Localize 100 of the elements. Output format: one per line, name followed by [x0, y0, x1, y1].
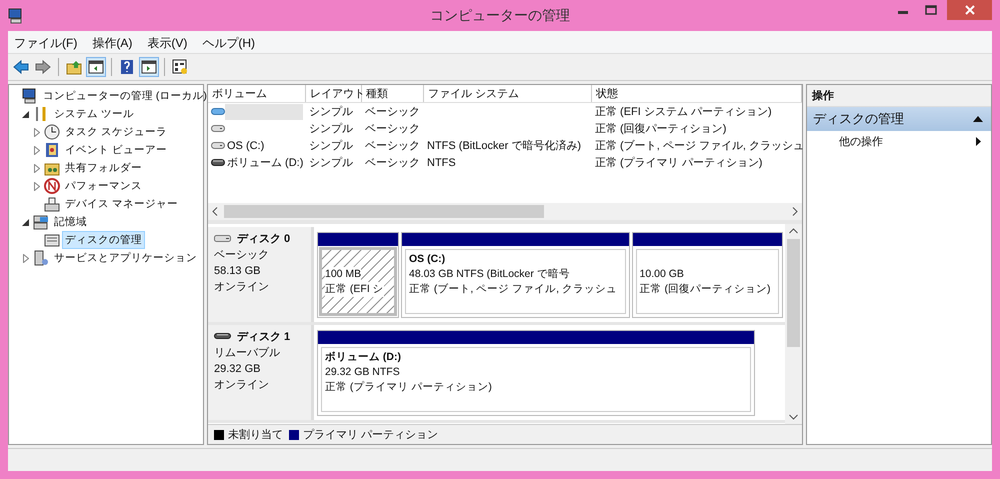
- partition-block[interactable]: OS (C:) 48.03 GB NTFS (BitLocker で暗号 正常 (ブート, ページ ファイル, クラッシュ: [401, 232, 630, 318]
- disk-size: 58.13 GB: [214, 264, 262, 279]
- expand-arrow-icon[interactable]: [34, 128, 40, 136]
- scroll-right-icon: [792, 207, 798, 216]
- partition-block[interactable]: ボリューム (D:) 29.32 GB NTFS 正常 (プライマリ パーティション): [317, 330, 755, 416]
- expand-arrow-icon[interactable]: [34, 182, 40, 190]
- disk-status: オンライン: [214, 378, 270, 393]
- table-cell-text: 正常 (EFI システム パーティション): [595, 105, 772, 119]
- table-cell-text: シンプル: [309, 138, 353, 153]
- table-cell-text: シンプル: [309, 122, 353, 136]
- table-cell: NTFS: [427, 156, 456, 168]
- column-header[interactable]: レイアウト: [306, 85, 362, 102]
- table-cell[interactable]: ボリューム (D:): [225, 154, 304, 170]
- pane-button[interactable]: [139, 57, 159, 77]
- actions-header: 操作: [807, 85, 991, 107]
- maximize-icon: [925, 5, 937, 15]
- actions-section-header[interactable]: ディスクの管理: [807, 107, 991, 131]
- table-cell-text: 正常 (ブート, ページ ファイル, クラッシュ: [595, 138, 804, 153]
- table-cell-text: ベーシック: [365, 105, 420, 119]
- drive-icon: [211, 157, 225, 168]
- disk-size: 29.32 GB: [214, 362, 262, 377]
- properties-icon: [172, 59, 188, 75]
- submenu-arrow-icon: [976, 137, 981, 146]
- storage-icon: [33, 214, 49, 230]
- partition-info: 100 MB: [325, 267, 362, 282]
- device-manager-icon: [44, 196, 60, 212]
- pane-button[interactable]: [86, 57, 106, 77]
- clock-icon: [44, 124, 60, 140]
- scroll-down-icon: [789, 414, 798, 420]
- menu-item[interactable]: 操作(A): [86, 32, 138, 52]
- column-header[interactable]: ファイル システム: [424, 85, 592, 102]
- menu-item[interactable]: ヘルプ(H): [196, 32, 261, 52]
- collapse-arrow-icon: [973, 116, 983, 122]
- table-cell-text: 正常 (プライマリ パーティション): [595, 156, 762, 170]
- action-item[interactable]: 他の操作: [807, 131, 991, 152]
- table-cell-text: ベーシック: [365, 156, 420, 170]
- pane-icon: [88, 59, 104, 75]
- partition-block[interactable]: 100 MB 正常 (EFI シ: [317, 232, 399, 318]
- disk-management-icon: [44, 232, 60, 248]
- drive-icon: [211, 106, 225, 117]
- performance-icon: [44, 178, 60, 194]
- log-icon: [44, 142, 60, 158]
- table-cell-text: 正常 (回復パーティション): [595, 122, 726, 136]
- table-cell-text: シンプル: [309, 156, 353, 170]
- menu-item[interactable]: ファイル(F): [8, 32, 84, 52]
- scroll-left-icon: [212, 207, 218, 216]
- menu-item[interactable]: 表示(V): [141, 32, 194, 52]
- column-header[interactable]: 状態: [592, 85, 802, 102]
- forward-arrow-icon: [35, 59, 51, 75]
- disk-status: オンライン: [214, 280, 270, 295]
- tree-item[interactable]: 共有フォルダー: [62, 159, 145, 177]
- disk-type: ベーシック: [214, 248, 270, 263]
- legend-label: プライマリ パーティション: [303, 428, 438, 442]
- table-cell-text: NTFS (BitLocker で暗号化済み): [427, 138, 582, 153]
- disk-name: ディスク 1: [237, 330, 290, 344]
- disk-type: リムーバブル: [214, 346, 281, 361]
- collapse-arrow-icon[interactable]: [22, 110, 29, 118]
- drive-icon: [211, 140, 225, 151]
- tree-item[interactable]: 記憶域: [51, 213, 90, 231]
- table-cell-text: シンプル: [309, 104, 353, 119]
- tree-item[interactable]: イベント ビューアー: [62, 141, 170, 159]
- folder-up-icon: [66, 59, 82, 75]
- table-cell-text: ベーシック: [365, 122, 420, 136]
- drive-icon: [211, 123, 225, 134]
- partition-block[interactable]: 10.00 GB 正常 (回復パーティション): [632, 232, 784, 318]
- partition-title: OS (C:): [409, 252, 446, 267]
- vertical-scrollbar[interactable]: [785, 224, 802, 424]
- expand-arrow-icon[interactable]: [22, 254, 28, 262]
- help-icon: [119, 59, 135, 75]
- column-header[interactable]: ボリューム: [208, 85, 306, 102]
- partition-info: 正常 (EFI シ: [325, 282, 384, 297]
- partition-title: ボリューム (D:): [325, 350, 402, 365]
- tree-item[interactable]: タスク スケジューラ: [62, 123, 170, 141]
- tree-item[interactable]: コンピューターの管理 (ローカル): [40, 87, 210, 105]
- legend-label: 未割り当て: [228, 428, 283, 442]
- pane-icon: [141, 59, 157, 75]
- column-header[interactable]: 種類: [362, 85, 424, 102]
- forward-arrow-button[interactable]: [33, 57, 53, 77]
- computer-icon: [22, 88, 38, 104]
- window-title: コンピューターの管理: [430, 6, 570, 24]
- tree-item[interactable]: パフォーマンス: [62, 177, 145, 195]
- tree-item[interactable]: サービスとアプリケーション: [51, 249, 200, 267]
- table-cell-text: ベーシック: [365, 139, 420, 153]
- services-icon: [33, 250, 49, 266]
- horizontal-scrollbar[interactable]: [208, 203, 802, 220]
- expand-arrow-icon[interactable]: [34, 164, 40, 172]
- table-cell[interactable]: OS (C:): [225, 138, 303, 154]
- tree-item[interactable]: ディスクの管理: [62, 231, 145, 249]
- back-arrow-button[interactable]: [11, 57, 31, 77]
- collapse-arrow-icon[interactable]: [22, 218, 29, 226]
- back-arrow-icon: [13, 59, 29, 75]
- expand-arrow-icon[interactable]: [34, 146, 40, 154]
- close-icon: [964, 5, 974, 15]
- scroll-up-icon: [789, 228, 798, 234]
- close-button[interactable]: [947, 0, 992, 20]
- computer-icon: [8, 8, 24, 24]
- disk-name: ディスク 0: [237, 232, 290, 246]
- tree-item[interactable]: デバイス マネージャー: [62, 195, 181, 213]
- properties-button[interactable]: [170, 57, 190, 77]
- tree-item[interactable]: システム ツール: [51, 105, 137, 123]
